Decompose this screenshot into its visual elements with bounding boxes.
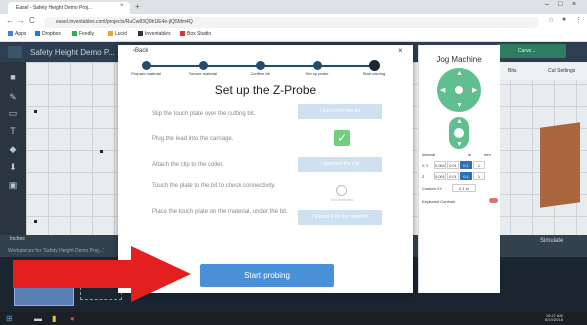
tab-bits[interactable]: Bits [508,68,516,74]
xy-label: X Y [422,163,429,168]
connectivity-indicator [336,185,347,196]
os-taskbar [0,312,587,325]
canvas-marker [34,110,37,113]
step-dot-active [369,60,380,71]
step-instruction: Place the touch plate on the material, u… [152,209,288,215]
back-button[interactable]: ‹Back [133,48,148,54]
canvas-marker [34,220,37,223]
forward-icon[interactable]: → [17,16,25,25]
z-interval-option[interactable]: 0.01 [447,172,459,180]
jog-z-up-icon[interactable]: ▲ [456,118,463,125]
jog-home-icon[interactable] [453,84,465,96]
modal-title: Set up the Z-Probe [214,83,317,97]
confirm-clip-button[interactable]: I attached the clip [298,157,382,172]
jog-title: Jog Machine [436,55,482,64]
star-icon[interactable]: ☆ [548,16,554,24]
maximize-icon[interactable]: □ [558,1,562,8]
step-instruction: Attach the clip to the collet. [152,162,224,168]
step-dot [199,61,208,70]
bookmark-inventables[interactable]: Inventables [138,31,171,37]
step-dot [313,61,322,70]
shapes-icon[interactable]: ■ [8,72,18,82]
profile-icon[interactable]: ● [562,16,566,23]
reload-icon[interactable]: C [29,16,35,25]
pen-icon[interactable]: ✎ [8,92,18,102]
canvas-marker [100,150,103,153]
step-label: Start carving [362,71,386,76]
confirm-over-bit-button[interactable]: I put it over the bit [298,104,382,119]
custom-xy-label: Custom XY [422,186,443,191]
units-toggle[interactable]: Inches [10,236,25,242]
search-icon[interactable]: ▬ [34,314,42,323]
clipart-icon[interactable]: ▣ [8,180,18,190]
minimize-icon[interactable]: – [545,1,549,8]
tab-close-icon[interactable]: × [120,3,124,9]
jog-z-down-icon[interactable]: ▼ [456,141,463,148]
keyboard-controls-toggle[interactable] [489,198,498,203]
bookmark-box-studio[interactable]: Box Studio [180,31,211,37]
xy-interval-option[interactable]: 0.01 [447,161,459,169]
xy-interval-option[interactable]: 1 [473,161,485,169]
import-icon[interactable]: ⬇ [8,162,18,172]
unit-in[interactable]: in [468,152,471,157]
interval-label: Interval [422,152,436,157]
arrow-shape [13,246,191,302]
bookmark-feedly[interactable]: Feedly [72,31,94,37]
step-instruction: Touch the plate to the bit to check conn… [152,183,276,189]
bookmark-dropbox[interactable]: Dropbox [35,31,61,37]
step-dot [142,61,151,70]
start-icon[interactable]: ⊞ [6,314,13,323]
step-instruction: Plug the lead into the carriage. [152,136,234,142]
browser-tab[interactable]: Easel - Safety Height Demo Proj... [8,2,130,14]
step-dot [256,61,265,70]
app-logo-icon [8,46,22,58]
z-interval-option-selected[interactable]: 0.1 [460,172,472,180]
select-icon[interactable]: ▭ [8,108,18,118]
simulate-button[interactable]: Simulate [540,238,563,244]
step-label: Confirm bit [250,71,270,76]
step-label: Secure material [188,71,217,76]
connectivity-status: Not detected [330,197,354,202]
bookmark-lucid[interactable]: Lucid [108,31,127,37]
unit-mm[interactable]: mm [484,152,491,157]
chrome-icon[interactable]: ● [70,314,75,323]
bookmark-apps[interactable]: Apps [8,31,26,37]
xy-interval-option-selected[interactable]: 0.1 [460,161,472,169]
z-home-icon[interactable] [454,128,464,138]
menu-icon[interactable]: ⋮ [575,16,582,24]
xy-interval-option[interactable]: 0.001 [434,161,446,169]
url-field[interactable]: easel.inventables.com/projects/RuCw83Q9h… [44,17,539,28]
red-arrow-annotation [13,246,191,302]
jog-up-icon[interactable]: ▲ [456,70,463,77]
jog-down-icon[interactable]: ▼ [456,102,463,109]
jog-right-icon[interactable]: ▶ [472,86,477,94]
z-interval-option[interactable]: 0.001 [434,172,446,180]
step-label: Set up probe [305,71,329,76]
carve-button-label: Carve... [518,48,536,54]
back-icon[interactable]: ← [6,16,14,25]
apps-icon[interactable]: ◆ [8,144,18,154]
step-label: Prepare material [131,71,161,76]
clock[interactable]: 10:27 AM 6/19/2018 [545,314,563,322]
close-modal-icon[interactable]: × [398,46,403,55]
file-explorer-icon[interactable]: ▮ [52,314,56,323]
new-tab-icon[interactable]: + [135,2,140,11]
step-instruction: Slip the touch plate over the cutting bi… [152,111,256,117]
tab-cut-settings[interactable]: Cut Settings [548,68,575,74]
custom-xy-input[interactable]: 0.1 in [452,184,476,192]
jog-left-icon[interactable]: ◀ [440,86,445,94]
confirm-placed-button[interactable]: I placed it on the material [298,210,382,225]
keyboard-controls-label: Keyboard Controls [422,199,456,204]
material-preview [540,122,580,208]
z-label: Z [422,174,425,179]
z-interval-option[interactable]: 1 [473,172,485,180]
text-icon[interactable]: T [8,126,18,136]
project-title[interactable]: Safety Height Demo P... [30,48,115,57]
close-window-icon[interactable]: × [572,1,576,8]
start-probing-button[interactable]: Start probing [200,264,334,287]
check-icon: ✓ [334,130,350,146]
